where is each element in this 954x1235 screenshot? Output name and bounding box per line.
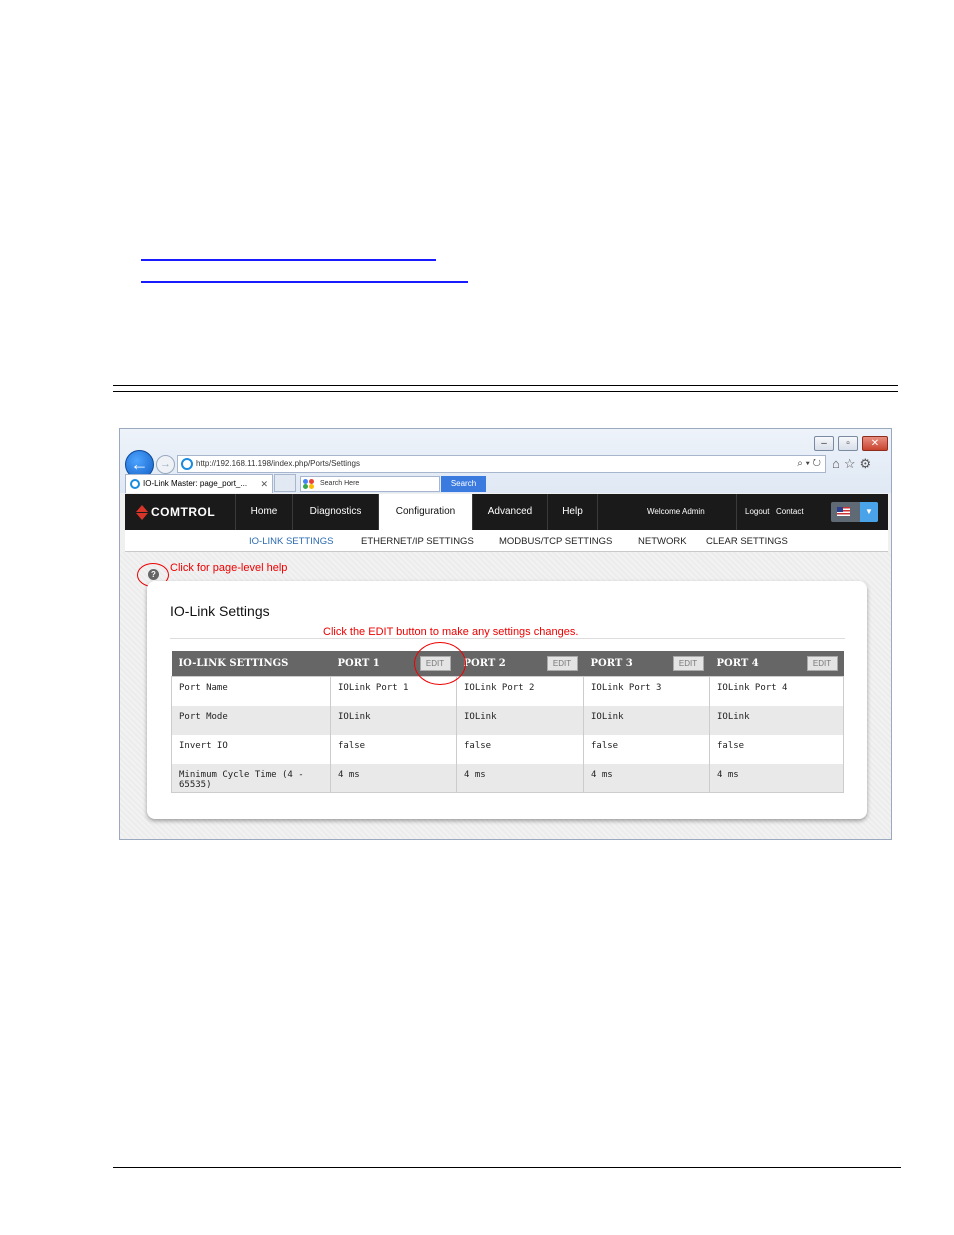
- cell-value: 4 ms: [330, 763, 457, 793]
- subnav-modbus-tcp-settings[interactable]: MODBUS/TCP SETTINGS: [499, 530, 612, 552]
- table-header-row: IO-LINK SETTINGS PORT 1 EDIT PORT 2 EDIT…: [171, 651, 844, 677]
- cell-value: IOLink Port 3: [583, 676, 710, 706]
- subnav-io-link-settings[interactable]: IO-LINK SETTINGS: [249, 530, 333, 552]
- logo-mark: [136, 505, 148, 512]
- port-label: PORT 2: [463, 658, 506, 669]
- search-refresh-icons[interactable]: ⌕ ▾ ↻: [797, 456, 821, 472]
- subnav-network[interactable]: NETWORK: [638, 530, 687, 552]
- settings-subnav: IO-LINK SETTINGS ETHERNET/IP SETTINGS MO…: [125, 530, 888, 552]
- edit-button-port-3[interactable]: EDIT: [672, 656, 704, 671]
- cell-value: false: [330, 734, 457, 764]
- cell-value: IOLink Port 4: [709, 676, 844, 706]
- section-rule: [113, 385, 898, 386]
- search-placeholder: Search Here: [320, 480, 360, 487]
- home-favorites-gear-icons[interactable]: ⌂☆⚙: [832, 456, 875, 472]
- page-title: IO-Link Settings: [170, 603, 270, 619]
- table-row: Invert IO false false false false: [172, 734, 844, 764]
- nav-advanced[interactable]: Advanced: [472, 494, 547, 530]
- nav-help[interactable]: Help: [547, 494, 598, 530]
- chevron-down-icon[interactable]: ▼: [860, 502, 878, 522]
- us-flag-icon: [837, 507, 850, 516]
- title-divider: [170, 638, 845, 639]
- logout-link[interactable]: Logout: [736, 494, 769, 530]
- port-label: PORT 3: [590, 658, 633, 669]
- minimize-icon[interactable]: –: [814, 436, 834, 451]
- table-header-port-4: PORT 4 EDIT: [709, 651, 844, 677]
- footer-rule: [113, 1167, 901, 1168]
- cell-value: IOLink: [583, 705, 710, 735]
- tab-close-icon[interactable]: ✕: [260, 475, 268, 493]
- cell-value: 4 ms: [456, 763, 584, 793]
- cell-value: 4 ms: [709, 763, 844, 793]
- nav-home[interactable]: Home: [235, 494, 292, 530]
- io-link-settings-panel: IO-Link Settings Click the EDIT button t…: [147, 581, 867, 819]
- io-link-settings-table: IO-LINK SETTINGS PORT 1 EDIT PORT 2 EDIT…: [171, 651, 844, 793]
- ie-icon: [130, 479, 140, 489]
- comtrol-logo[interactable]: COMTROL: [125, 494, 235, 530]
- section-rule: [113, 391, 898, 392]
- port-label: PORT 1: [337, 658, 380, 669]
- address-bar[interactable]: http://192.168.11.198/index.php/Ports/Se…: [177, 455, 826, 473]
- tab-title: IO-Link Master: page_port_...: [143, 479, 248, 488]
- address-url: http://192.168.11.198/index.php/Ports/Se…: [196, 459, 360, 468]
- cell-value: IOLink: [456, 705, 584, 735]
- embedded-screenshot: – ▫ ✕ ← → http://192.168.11.198/index.ph…: [119, 428, 892, 840]
- edit-annotation: Click the EDIT button to make any settin…: [323, 626, 579, 638]
- welcome-text: Welcome Admin: [647, 507, 705, 516]
- cell-value: 4 ms: [583, 763, 710, 793]
- edit-highlight-circle: [414, 642, 466, 685]
- cell-value: false: [709, 734, 844, 764]
- document-link-underline[interactable]: [141, 259, 436, 261]
- edit-button-port-2[interactable]: EDIT: [546, 656, 578, 671]
- row-label: Invert IO: [179, 740, 228, 751]
- row-label: Minimum Cycle Time (4 - 65535): [171, 763, 331, 793]
- document-link-underline[interactable]: [141, 281, 468, 283]
- edit-button-port-4[interactable]: EDIT: [806, 656, 838, 671]
- table-row: Port Name IOLink Port 1 IOLink Port 2 IO…: [172, 676, 844, 706]
- new-tab-button[interactable]: [274, 474, 296, 492]
- table-row: Minimum Cycle Time (4 - 65535) 4 ms 4 ms…: [171, 763, 844, 793]
- forward-arrow-icon[interactable]: →: [156, 455, 175, 474]
- app-navbar: COMTROL Home Diagnostics Configuration A…: [125, 494, 888, 532]
- contact-link[interactable]: Contact: [776, 494, 804, 530]
- row-label: Port Name: [179, 683, 228, 693]
- table-header-settings: IO-LINK SETTINGS: [171, 651, 331, 677]
- cell-value: false: [456, 734, 584, 764]
- nav-diagnostics[interactable]: Diagnostics: [292, 494, 378, 530]
- brand-name: COMTROL: [151, 505, 216, 519]
- cell-value: IOLink: [709, 705, 844, 735]
- ie-icon: [181, 458, 193, 470]
- subnav-clear-settings[interactable]: CLEAR SETTINGS: [706, 530, 788, 552]
- row-label: Port Mode: [171, 705, 331, 735]
- search-button[interactable]: Search: [441, 476, 486, 492]
- language-selector[interactable]: ▼: [831, 502, 878, 522]
- cell-value: IOLink Port 2: [456, 676, 584, 706]
- cell-value: false: [583, 734, 710, 764]
- maximize-icon[interactable]: ▫: [838, 436, 858, 451]
- close-icon[interactable]: ✕: [862, 436, 888, 451]
- cell-value: IOLink: [330, 705, 457, 735]
- table-row: Port Mode IOLink IOLink IOLink IOLink: [171, 705, 844, 735]
- browser-tab[interactable]: IO-Link Master: page_port_... ✕: [125, 474, 273, 493]
- help-annotation: Click for page-level help: [170, 562, 288, 574]
- search-input[interactable]: Search Here: [300, 476, 440, 492]
- logo-mark: [136, 513, 148, 520]
- table-header-port-2: PORT 2 EDIT: [456, 651, 584, 677]
- google-icon: [303, 479, 315, 489]
- table-header-port-3: PORT 3 EDIT: [583, 651, 710, 677]
- nav-configuration[interactable]: Configuration: [378, 494, 472, 532]
- port-label: PORT 4: [716, 658, 759, 669]
- subnav-ethernet-ip-settings[interactable]: ETHERNET/IP SETTINGS: [361, 530, 474, 552]
